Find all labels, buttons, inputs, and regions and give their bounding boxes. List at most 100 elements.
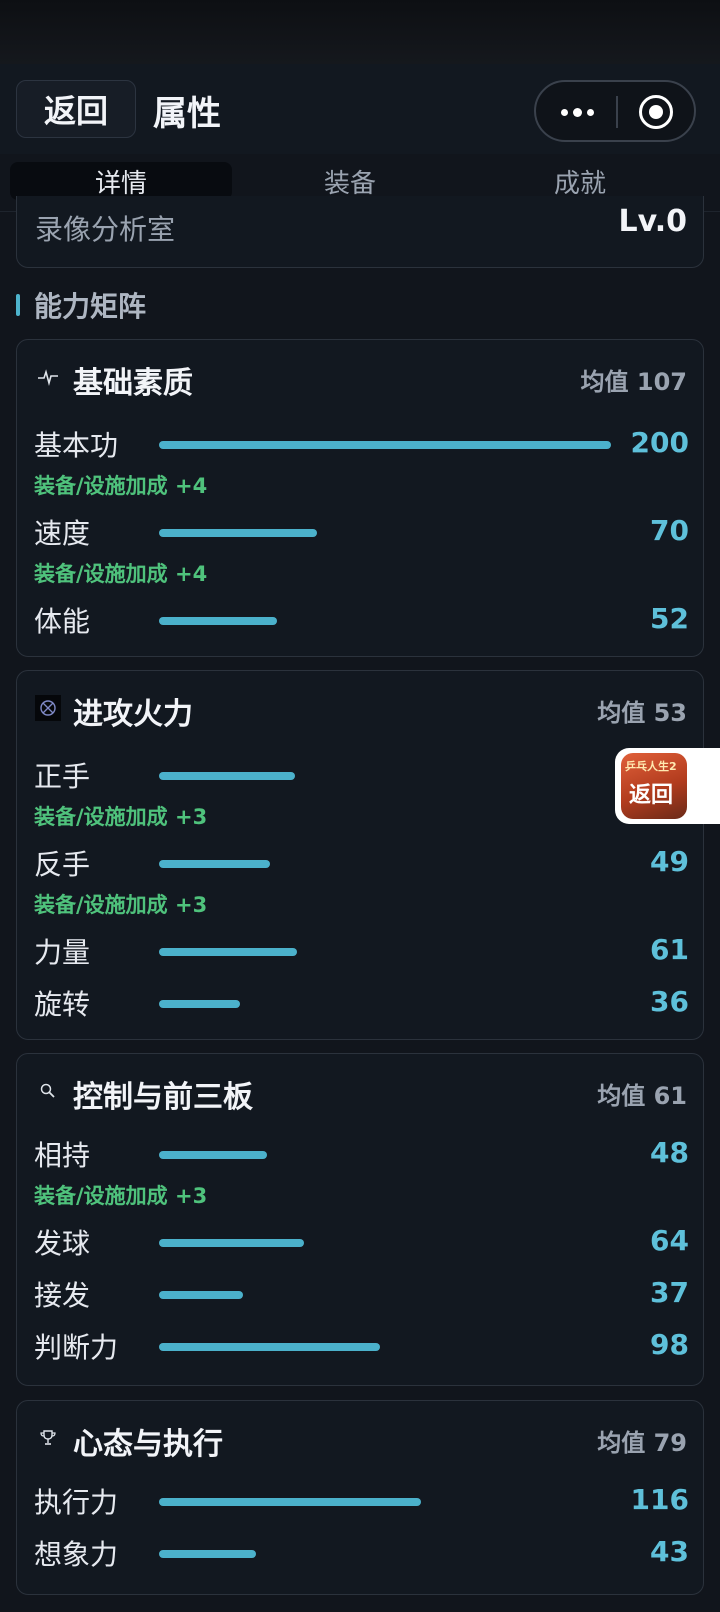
stat-row: 发球 64: [17, 1222, 705, 1262]
stat-value: 52: [650, 602, 689, 635]
top-bar: 返回 属性: [0, 64, 720, 154]
section-title-text: 能力矩阵: [34, 290, 147, 323]
stat-row: 体能 52: [17, 600, 705, 640]
stat-card-control: 控制与前三板 均值 61 相持 48 装备/设施加成 +3 发球 64 接发 3…: [16, 1053, 704, 1386]
tab-details[interactable]: 详情: [10, 162, 232, 200]
card-average: 均值 79: [597, 1429, 687, 1457]
facility-row: 录像分析室 Lv.0: [16, 196, 704, 268]
stat-bar: [159, 1151, 267, 1159]
stat-value: 48: [650, 1136, 689, 1169]
stat-bar: [159, 617, 277, 625]
facility-name: 录像分析室: [35, 213, 176, 246]
stat-bar: [159, 441, 611, 449]
stat-name: 力量: [34, 936, 91, 969]
stat-bar-fill: [159, 1550, 256, 1558]
floating-return-label: 返回: [629, 783, 674, 808]
card-title: 心态与执行: [73, 1427, 223, 1462]
stat-name: 基本功: [34, 429, 119, 462]
card-average: 均值 61: [597, 1082, 687, 1110]
stat-name: 反手: [34, 848, 91, 881]
bonus-text: 装备/设施加成 +3: [34, 805, 208, 829]
stat-name: 体能: [34, 605, 91, 638]
stat-bar-fill: [159, 948, 297, 956]
stat-name: 想象力: [34, 1538, 119, 1571]
bonus-text: 装备/设施加成 +4: [34, 562, 208, 586]
stat-card-mentality: 心态与执行 均值 79 执行力 116 想象力 43: [16, 1400, 704, 1595]
stat-bar: [159, 1239, 304, 1247]
stat-value: 37: [650, 1276, 689, 1309]
stat-name: 发球: [34, 1227, 91, 1260]
stat-value: 43: [650, 1535, 689, 1568]
tab-achievements[interactable]: 成就: [470, 162, 690, 200]
stat-row: 接发 37: [17, 1274, 705, 1314]
stat-name: 速度: [34, 517, 91, 550]
stat-value: 116: [630, 1483, 689, 1516]
stat-row: 力量 61: [17, 931, 705, 971]
stat-row: 速度 70: [17, 512, 705, 552]
section-title: 能力矩阵: [16, 288, 147, 323]
stat-bar-fill: [159, 860, 270, 868]
app-name: 乒乓人生2: [625, 760, 677, 773]
stat-bar-fill: [159, 617, 277, 625]
stat-bar-fill: [159, 1291, 243, 1299]
stat-row: 判断力 98: [17, 1326, 705, 1366]
stat-bar-fill: [159, 1239, 304, 1247]
stat-bar-fill: [159, 441, 611, 449]
stat-bar-fill: [159, 772, 295, 780]
stat-bar: [159, 529, 317, 537]
stat-value: 61: [650, 933, 689, 966]
stat-row: 旋转 36: [17, 983, 705, 1023]
card-title: 进攻火力: [73, 697, 193, 732]
stat-bar-fill: [159, 1498, 421, 1506]
stat-value: 98: [650, 1328, 689, 1361]
close-target-icon[interactable]: [639, 95, 673, 129]
stat-row: 基本功 200: [17, 424, 705, 464]
stat-card-attack: 进攻火力 均值 53 正手 60 装备/设施加成 +3 反手 49 装备/设施加…: [16, 670, 704, 1040]
stat-value: 49: [650, 845, 689, 878]
trophy-icon: [35, 1425, 61, 1451]
tab-equipment[interactable]: 装备: [240, 162, 460, 200]
stat-value: 36: [650, 985, 689, 1018]
pulse-icon: [35, 364, 61, 390]
bonus-text: 装备/设施加成 +4: [34, 474, 208, 498]
back-button[interactable]: 返回: [16, 80, 136, 138]
bonus-text: 装备/设施加成 +3: [34, 893, 208, 917]
stat-value: 70: [650, 514, 689, 547]
stat-bar-fill: [159, 529, 317, 537]
card-title: 基础素质: [73, 366, 193, 401]
stat-name: 执行力: [34, 1486, 119, 1519]
stat-bar: [159, 772, 295, 780]
stat-bar-fill: [159, 1000, 240, 1008]
stat-bar-fill: [159, 1343, 380, 1351]
stat-name: 正手: [34, 760, 91, 793]
stat-name: 相持: [34, 1139, 91, 1172]
capsule-divider: [616, 96, 618, 128]
stat-row: 正手 60: [17, 755, 705, 795]
card-average: 均值 107: [580, 368, 687, 396]
stat-card-basic: 基础素质 均值 107 基本功 200 装备/设施加成 +4 速度 70 装备/…: [16, 339, 704, 657]
stat-bar: [159, 1343, 380, 1351]
crosshair-icon: [35, 695, 61, 721]
stat-bar: [159, 1291, 243, 1299]
stat-row: 想象力 43: [17, 1533, 705, 1573]
stat-bar: [159, 1498, 421, 1506]
stat-value: 64: [650, 1224, 689, 1257]
card-average: 均值 53: [597, 699, 687, 727]
app-icon: 乒乓人生2 返回: [621, 753, 687, 819]
stat-bar: [159, 948, 297, 956]
stat-name: 旋转: [34, 988, 91, 1021]
floating-return-button[interactable]: 乒乓人生2 返回: [615, 748, 720, 824]
stat-bar-fill: [159, 1151, 267, 1159]
more-icon[interactable]: [552, 95, 602, 129]
stat-name: 判断力: [34, 1331, 119, 1364]
bonus-text: 装备/设施加成 +3: [34, 1184, 208, 1208]
stat-value: 200: [630, 426, 689, 459]
magnifier-icon: [35, 1078, 61, 1104]
stat-row: 反手 49: [17, 843, 705, 883]
stat-bar: [159, 1550, 256, 1558]
stat-row: 执行力 116: [17, 1481, 705, 1521]
section-accent-bar: [16, 294, 20, 316]
facility-level: Lv.0: [618, 204, 688, 239]
stat-name: 接发: [34, 1279, 91, 1312]
page-title: 属性: [153, 94, 221, 134]
